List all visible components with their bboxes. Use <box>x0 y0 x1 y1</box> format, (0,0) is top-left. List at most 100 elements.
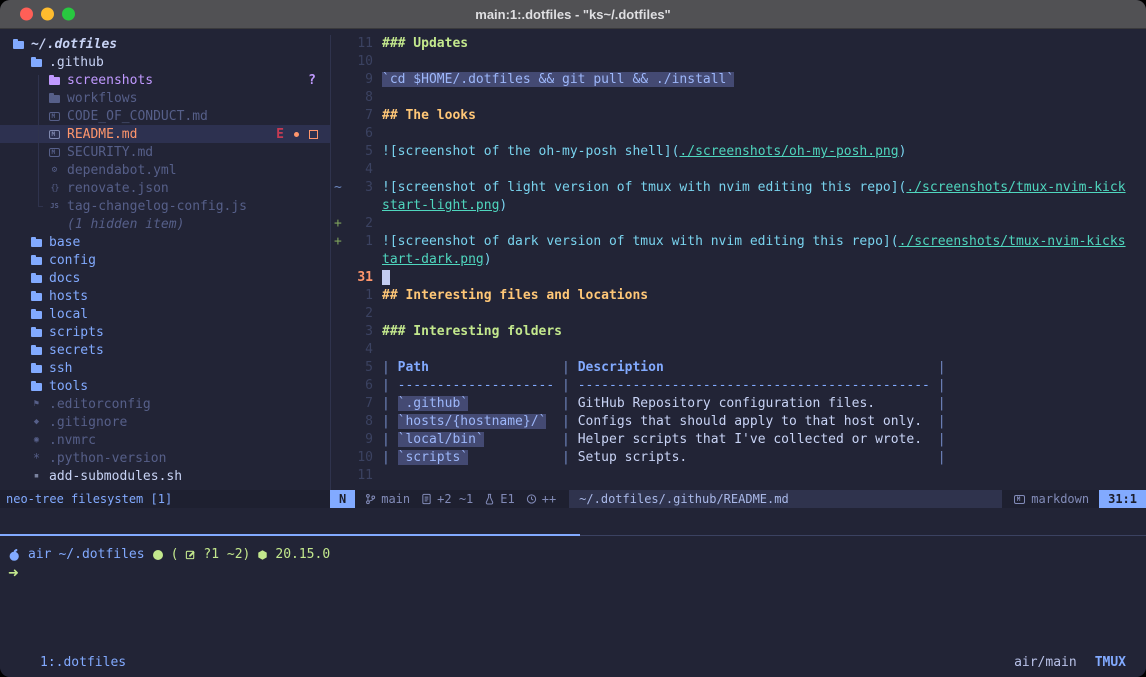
tree-item[interactable]: ◉.nvmrc <box>0 431 330 449</box>
tree-item[interactable]: CODE_OF_CONDUCT.md <box>0 107 330 125</box>
tree-item[interactable]: (1 hidden item) <box>0 215 330 233</box>
tree-item[interactable]: {}renovate.json <box>0 179 330 197</box>
tree-item[interactable]: secrets <box>0 341 330 359</box>
tree-item[interactable]: docs <box>0 269 330 287</box>
indent-guide-corner <box>38 206 43 207</box>
tree-item[interactable]: hosts <box>0 287 330 305</box>
editor-line[interactable]: 10| `scripts` | Setup scripts. | <box>331 449 1146 467</box>
editor-line[interactable]: 5| Path | Description | <box>331 359 1146 377</box>
editor-line[interactable]: 1## Interesting files and locations <box>331 287 1146 305</box>
line-number: 6 <box>347 125 373 143</box>
tree-item[interactable]: SECURITY.md <box>0 143 330 161</box>
input-line[interactable]: ➜ <box>8 564 1146 583</box>
tree-item[interactable]: base <box>0 233 330 251</box>
line-number: 11 <box>347 467 373 485</box>
tmux-pane-divider[interactable] <box>0 534 1146 536</box>
updates: ++ <box>526 492 556 506</box>
zoom-button[interactable] <box>62 8 75 21</box>
editor-line[interactable]: 11### Updates <box>331 35 1146 53</box>
line-number: 10 <box>347 449 373 467</box>
tree-item[interactable]: local <box>0 305 330 323</box>
inactive-pane-border <box>580 535 1146 536</box>
tree-item[interactable]: README.mdE <box>0 125 330 143</box>
tree-item[interactable]: ssh <box>0 359 330 377</box>
editor-line[interactable]: 10 <box>331 53 1146 71</box>
line-number <box>347 197 373 215</box>
editor-buffer[interactable]: 11### Updates 10 9`cd $HOME/.dotfiles &&… <box>330 35 1146 490</box>
folder-icon <box>48 93 61 103</box>
line-number: 1 <box>347 233 373 251</box>
tree-item[interactable]: ~/.dotfiles <box>0 35 330 53</box>
tree-item-label: screenshots <box>67 73 153 88</box>
editor-line[interactable]: 2 <box>331 305 1146 323</box>
editor-line[interactable]: 6| -------------------- | --------------… <box>331 377 1146 395</box>
git-sign <box>331 143 347 161</box>
filetype: markdown <box>1014 492 1089 506</box>
hex-icon: ◉ <box>30 435 43 445</box>
line-number: 9 <box>347 431 373 449</box>
editor-line[interactable]: 8 <box>331 89 1146 107</box>
braces-icon: {} <box>48 183 61 193</box>
git-branch: main <box>365 492 410 506</box>
editor-line[interactable]: +1![screenshot of dark version of tmux w… <box>331 233 1146 251</box>
tree-item[interactable]: ◆.gitignore <box>0 413 330 431</box>
git-sign: + <box>331 233 347 251</box>
neo-tree: ~/.dotfiles.githubscreenshots?workflowsC… <box>0 35 330 490</box>
tree-item-label: ssh <box>49 361 72 376</box>
editor-line[interactable]: 6 <box>331 125 1146 143</box>
line-text: | `local/bin` | Helper scripts that I've… <box>382 431 946 449</box>
diff-counts: +2 ~1 <box>437 492 473 506</box>
gear-icon: ⚙ <box>48 165 61 175</box>
editor-line[interactable]: +2 <box>331 215 1146 233</box>
mode-indicator: N <box>330 490 355 508</box>
git-sign <box>331 413 347 431</box>
line-text: | `.github` | GitHub Repository configur… <box>382 395 946 413</box>
git-sign <box>331 269 347 287</box>
editor-line[interactable]: 9 | `local/bin` | Helper scripts that I'v… <box>331 431 1146 449</box>
editor-line[interactable]: 11 <box>331 467 1146 485</box>
github-icon <box>152 549 164 561</box>
tree-item-label: .python-version <box>49 451 166 466</box>
editor-line[interactable]: 7## The looks <box>331 107 1146 125</box>
close-button[interactable] <box>20 8 33 21</box>
editor-line[interactable]: 9`cd $HOME/.dotfiles && git pull && ./in… <box>331 71 1146 89</box>
line-number: 9 <box>347 71 373 89</box>
tree-item[interactable]: ⚙dependabot.yml <box>0 161 330 179</box>
editor-line[interactable]: 3### Interesting folders <box>331 323 1146 341</box>
tree-item[interactable]: JStag-changelog-config.js <box>0 197 330 215</box>
indent-guide <box>38 75 39 206</box>
tree-item[interactable]: * .python-version <box>0 449 330 467</box>
tree-item-label: README.md <box>67 127 137 142</box>
tree-item[interactable]: .github <box>0 53 330 71</box>
editor-line[interactable]: tart-dark.png) <box>331 251 1146 269</box>
folder-icon <box>30 309 43 319</box>
editor-line[interactable]: 4 <box>331 341 1146 359</box>
editor-line[interactable]: 5![screenshot of the oh-my-posh shell](.… <box>331 143 1146 161</box>
editor-line[interactable]: 31 <box>331 269 1146 287</box>
minimize-button[interactable] <box>41 8 54 21</box>
tree-item[interactable]: ▪add-submodules.sh <box>0 467 330 485</box>
editor-line[interactable]: ~3![screenshot of light version of tmux … <box>331 179 1146 197</box>
tmux-bottom-pane[interactable]: air ~/.dotfiles ( ?1 ~2) 20.15.0 ➜ <box>0 536 1146 648</box>
tree-item[interactable]: ⚑.editorconfig <box>0 395 330 413</box>
line-number: 5 <box>347 359 373 377</box>
tree-item[interactable]: workflows <box>0 89 330 107</box>
editor-line[interactable]: 8| `hosts/{hostname}/` | Configs that sh… <box>331 413 1146 431</box>
editor-line[interactable]: 7| `.github` | GitHub Repository configu… <box>331 395 1146 413</box>
tmux-badge: TMUX <box>1095 655 1126 677</box>
tree-item[interactable]: config <box>0 251 330 269</box>
terminal-window: main:1:.dotfiles - "ks~/.dotfiles" ~/.do… <box>0 0 1146 677</box>
git-sign <box>331 107 347 125</box>
line-number: 4 <box>347 341 373 359</box>
line-number: 3 <box>347 179 373 197</box>
tree-item[interactable]: screenshots? <box>0 71 330 89</box>
tree-item[interactable]: scripts <box>0 323 330 341</box>
tree-item-label: tag-changelog-config.js <box>67 199 247 214</box>
tree-item[interactable]: tools <box>0 377 330 395</box>
line-number: 10 <box>347 53 373 71</box>
tmux-window-tab[interactable]: 1:.dotfiles <box>40 655 126 677</box>
editor-line[interactable]: start-light.png) <box>331 197 1146 215</box>
line-text: ### Interesting folders <box>382 323 562 341</box>
asterisk-icon: * <box>30 453 43 463</box>
editor-line[interactable]: 4 <box>331 161 1146 179</box>
